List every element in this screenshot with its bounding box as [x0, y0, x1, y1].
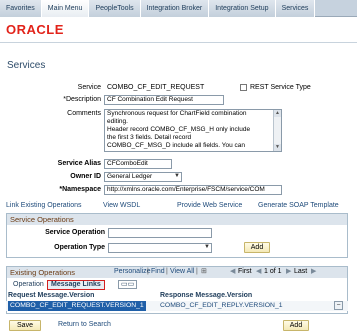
tab-peopletools[interactable]: PeopleTools [89, 0, 141, 17]
separator: | [147, 268, 149, 275]
tab-integration-setup[interactable]: Integration Setup [209, 0, 276, 17]
operation-type-label: Operation Type [54, 244, 105, 251]
comments-line: the first 3 fields. Detail record [107, 134, 192, 141]
separator: | [196, 268, 198, 275]
owner-id-select[interactable]: General Ledger [104, 172, 182, 182]
grid-expand-icon[interactable]: ▭▭ [118, 280, 138, 289]
comments-line: editing. [107, 118, 128, 125]
save-button[interactable]: Save [9, 320, 41, 331]
comments-line: Synchronous request for ChartField combi… [107, 110, 247, 117]
first-arrow-icon[interactable]: ◀ [230, 267, 235, 275]
scroll-up-icon[interactable]: ▲ [274, 110, 281, 117]
link-existing-operations-link[interactable]: Link Existing Operations [6, 202, 81, 209]
tab-favorites[interactable]: Favorites [0, 0, 42, 17]
rest-service-label: REST Service Type [250, 84, 311, 91]
tab-integration-broker[interactable]: Integration Broker [140, 0, 210, 17]
request-message-header: Request Message.Version [8, 292, 95, 299]
response-message-link[interactable]: COMBO_CF_EDIT_REPLY.VERSION_1 [160, 302, 283, 309]
prev-arrow-icon[interactable]: ◀ [256, 267, 261, 275]
add-operation-button[interactable]: Add [244, 242, 270, 253]
grid-settings-icon[interactable]: ⊞ [201, 267, 207, 275]
chevron-down-icon[interactable]: ▼ [174, 173, 180, 179]
service-label: Service [77, 84, 101, 91]
owner-id-label: Owner ID [70, 173, 101, 180]
service-alias-input[interactable]: CFComboEdit [104, 159, 172, 169]
page-title: Services [7, 60, 46, 71]
comments-scrollbar[interactable]: ▲ ▼ [273, 110, 281, 151]
last-arrow-icon[interactable]: ▶ [311, 267, 316, 275]
view-wsdl-link[interactable]: View WSDL [103, 202, 140, 209]
namespace-input[interactable]: http://xmlns.oracle.com/Enterprise/FSCM/… [104, 185, 282, 195]
first-label: First [238, 268, 252, 275]
description-label: *Description [63, 96, 101, 103]
tab-main-menu[interactable]: Main Menu [41, 0, 90, 17]
response-message-header: Response Message.Version [160, 292, 253, 299]
comments-label: Comments [67, 110, 101, 117]
tab-message-links[interactable]: Message Links [47, 280, 105, 290]
description-input[interactable]: CF Combination Edit Request [104, 95, 224, 105]
last-label: Last [294, 268, 308, 275]
chevron-down-icon[interactable]: ▼ [204, 244, 210, 250]
service-operation-label: Service Operation [45, 229, 105, 236]
pager-text: 1 of 1 [264, 268, 282, 275]
namespace-label: *Namespace [59, 186, 101, 193]
tab-services[interactable]: Services [275, 0, 316, 17]
operation-type-select[interactable] [108, 243, 212, 253]
add-button[interactable]: Add [283, 320, 309, 331]
oracle-logo: ORACLE [6, 21, 64, 37]
request-message-link[interactable]: COMBO_CF_EDIT_REQUEST.VERSION_1 [8, 301, 146, 311]
header-divider [0, 42, 357, 43]
find-link[interactable]: Find [151, 268, 165, 275]
tab-operation[interactable]: Operation [10, 280, 47, 290]
personalize-link[interactable]: Personalize [114, 268, 151, 275]
comments-line: COMBO_CF_MSG_D include all fields. You c… [107, 142, 246, 149]
service-operations-header: Service Operations [7, 214, 347, 225]
service-alias-label: Service Alias [57, 160, 101, 167]
comments-textarea[interactable]: Synchronous request for ChartField combi… [104, 109, 282, 152]
service-value: COMBO_CF_EDIT_REQUEST [107, 84, 205, 91]
service-operation-input[interactable] [108, 228, 212, 238]
scroll-down-icon[interactable]: ▼ [274, 144, 281, 151]
separator: | [166, 268, 168, 275]
return-to-search-link[interactable]: Return to Search [58, 321, 111, 328]
generate-soap-template-link[interactable]: Generate SOAP Template [258, 202, 339, 209]
delete-row-button[interactable]: − [334, 301, 343, 310]
comments-line: Header record COMBO_CF_MSG_H only includ… [107, 126, 251, 133]
rest-service-checkbox[interactable] [240, 84, 247, 91]
view-all-link[interactable]: View All [170, 268, 194, 275]
next-arrow-icon[interactable]: ▶ [286, 267, 291, 275]
provide-web-service-link[interactable]: Provide Web Service [177, 202, 242, 209]
top-nav: Favorites Main Menu PeopleTools Integrat… [0, 0, 357, 17]
